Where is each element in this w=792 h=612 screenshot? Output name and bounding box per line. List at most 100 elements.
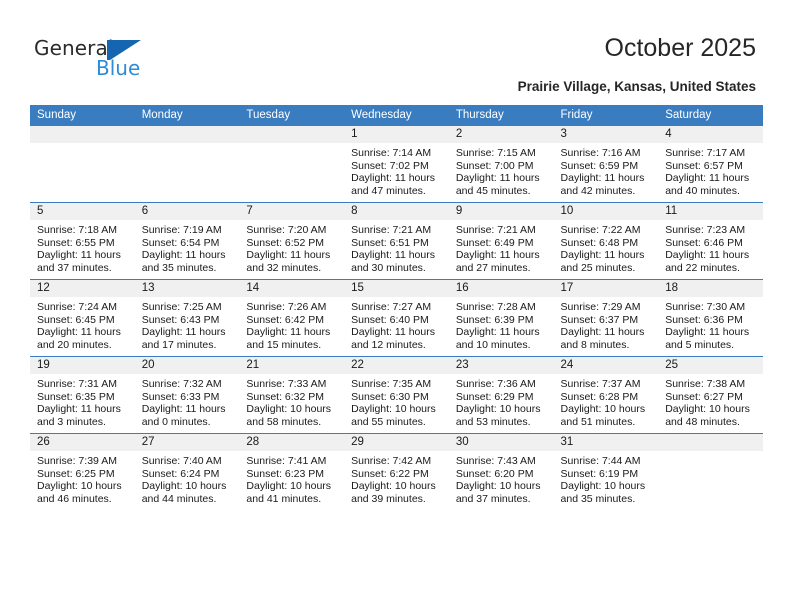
day-details: Sunrise: 7:44 AM Sunset: 6:19 PM Daylight:…	[554, 451, 659, 505]
daylight-duration-line1: Daylight: 11 hours	[665, 249, 750, 262]
daylight-duration-line2: and 37 minutes.	[455, 492, 531, 505]
calendar-day-cell[interactable]: 17 Sunrise: 7:29 AM Sunset: 6:37 PM Dayligh…	[553, 279, 659, 357]
day-details: Sunrise: 7:18 AM Sunset: 6:55 PM Daylight:…	[30, 220, 135, 274]
page-header: General Blue October 2025 Prairie Villag…	[0, 0, 792, 100]
calendar-day-cell[interactable]: 5 Sunrise: 7:18 AM Sunset: 6:55 PM Daylight…	[30, 202, 135, 280]
daylight-duration-line2: and 8 minutes.	[560, 338, 630, 351]
day-number: 5	[30, 203, 135, 220]
sunset-time: Sunset: 6:20 PM	[455, 467, 534, 480]
calendar-day-cell[interactable]: 31 Sunrise: 7:44 AM Sunset: 6:19 PM Dayligh…	[553, 433, 659, 510]
day-number: 17	[553, 280, 659, 297]
daylight-duration-line1: Daylight: 10 hours	[665, 403, 750, 416]
daylight-duration-line1: Daylight: 11 hours	[665, 326, 750, 339]
sunset-time: Sunset: 6:49 PM	[455, 236, 534, 249]
day-details: Sunrise: 7:32 AM Sunset: 6:33 PM Daylight:…	[135, 374, 240, 428]
daylight-duration-line2: and 10 minutes.	[455, 338, 531, 351]
calendar-day-cell-empty	[134, 126, 240, 203]
day-details: Sunrise: 7:39 AM Sunset: 6:25 PM Daylight:…	[30, 451, 135, 505]
calendar-day-cell[interactable]: 14 Sunrise: 7:26 AM Sunset: 6:42 PM Dayligh…	[239, 279, 345, 357]
sunset-time: Sunset: 6:29 PM	[455, 390, 534, 403]
calendar-day-cell[interactable]: 29 Sunrise: 7:42 AM Sunset: 6:22 PM Dayligh…	[344, 433, 449, 510]
day-details: Sunrise: 7:29 AM Sunset: 6:37 PM Daylight:…	[554, 297, 659, 351]
daylight-duration-line2: and 32 minutes.	[246, 261, 322, 274]
general-blue-logo[interactable]: General Blue	[34, 36, 214, 82]
day-number: 3	[553, 126, 659, 143]
calendar-day-cell[interactable]: 7 Sunrise: 7:20 AM Sunset: 6:52 PM Daylight…	[239, 202, 345, 280]
sunrise-time: Sunrise: 7:14 AM	[351, 147, 432, 159]
calendar-week-row: 5 Sunrise: 7:18 AM Sunset: 6:55 PM Daylight…	[30, 202, 763, 280]
calendar-day-cell[interactable]: 6 Sunrise: 7:19 AM Sunset: 6:54 PM Daylight…	[134, 202, 240, 280]
calendar-day-cell[interactable]: 3 Sunrise: 7:16 AM Sunset: 6:59 PM Daylight…	[553, 126, 659, 203]
calendar-day-cell[interactable]: 1 Sunrise: 7:14 AM Sunset: 7:02 PM Daylight…	[344, 126, 449, 203]
sunrise-time: Sunrise: 7:33 AM	[246, 378, 327, 390]
calendar-day-cell[interactable]: 22 Sunrise: 7:35 AM Sunset: 6:30 PM Dayligh…	[344, 356, 449, 434]
calendar-day-cell[interactable]: 20 Sunrise: 7:32 AM Sunset: 6:33 PM Dayligh…	[134, 356, 240, 434]
daylight-duration-line2: and 44 minutes.	[141, 492, 217, 505]
calendar-page: General Blue October 2025 Prairie Villag…	[0, 0, 792, 612]
calendar-day-cell[interactable]: 19 Sunrise: 7:31 AM Sunset: 6:35 PM Dayligh…	[30, 356, 135, 434]
day-details: Sunrise: 7:27 AM Sunset: 6:40 PM Daylight:…	[344, 297, 449, 351]
day-details: Sunrise: 7:21 AM Sunset: 6:49 PM Daylight:…	[449, 220, 554, 274]
day-details: Sunrise: 7:35 AM Sunset: 6:30 PM Daylight:…	[344, 374, 449, 428]
location-subtitle: Prairie Village, Kansas, United States	[517, 79, 756, 94]
calendar-day-cell-empty	[658, 433, 763, 510]
day-details: Sunrise: 7:38 AM Sunset: 6:27 PM Daylight:…	[658, 374, 763, 428]
calendar-grid: Sunday Monday Tuesday Wednesday Thursday…	[30, 105, 763, 510]
calendar-week-row: 1 Sunrise: 7:14 AM Sunset: 7:02 PM Daylight…	[30, 126, 763, 203]
day-number: 19	[30, 357, 135, 374]
sunrise-time: Sunrise: 7:31 AM	[37, 378, 117, 390]
sunrise-time: Sunrise: 7:25 AM	[141, 301, 222, 313]
calendar-day-cell[interactable]: 15 Sunrise: 7:27 AM Sunset: 6:40 PM Dayligh…	[344, 279, 449, 357]
day-number	[658, 434, 763, 451]
sunset-time: Sunset: 6:45 PM	[37, 313, 115, 326]
weekday-header-wednesday: Wednesday	[344, 105, 449, 126]
calendar-day-cell[interactable]: 23 Sunrise: 7:36 AM Sunset: 6:29 PM Dayligh…	[448, 356, 554, 434]
day-number	[239, 126, 345, 143]
daylight-duration-line2: and 48 minutes.	[665, 415, 740, 428]
sunrise-time: Sunrise: 7:27 AM	[351, 301, 432, 313]
calendar-week-row: 26 Sunrise: 7:39 AM Sunset: 6:25 PM Dayligh…	[30, 433, 763, 510]
calendar-day-cell[interactable]: 21 Sunrise: 7:33 AM Sunset: 6:32 PM Dayligh…	[239, 356, 345, 434]
daylight-duration-line1: Daylight: 11 hours	[560, 249, 645, 262]
sunrise-time: Sunrise: 7:20 AM	[246, 224, 327, 236]
day-details: Sunrise: 7:23 AM Sunset: 6:46 PM Daylight:…	[658, 220, 763, 274]
sunrise-time: Sunrise: 7:43 AM	[455, 455, 536, 467]
sunrise-time: Sunrise: 7:41 AM	[246, 455, 327, 467]
calendar-day-cell[interactable]: 25 Sunrise: 7:38 AM Sunset: 6:27 PM Dayligh…	[658, 356, 763, 434]
calendar-day-cell[interactable]: 24 Sunrise: 7:37 AM Sunset: 6:28 PM Dayligh…	[553, 356, 659, 434]
daylight-duration-line1: Daylight: 11 hours	[246, 326, 331, 339]
calendar-day-cell[interactable]: 2 Sunrise: 7:15 AM Sunset: 7:00 PM Daylight…	[448, 126, 554, 203]
calendar-day-cell[interactable]: 26 Sunrise: 7:39 AM Sunset: 6:25 PM Dayligh…	[30, 433, 135, 510]
calendar-day-cell[interactable]: 18 Sunrise: 7:30 AM Sunset: 6:36 PM Dayligh…	[658, 279, 763, 357]
logo-text-blue: Blue	[96, 56, 141, 80]
calendar-day-cell[interactable]: 27 Sunrise: 7:40 AM Sunset: 6:24 PM Dayligh…	[134, 433, 240, 510]
calendar-day-cell[interactable]: 28 Sunrise: 7:41 AM Sunset: 6:23 PM Dayligh…	[239, 433, 345, 510]
calendar-day-cell[interactable]: 13 Sunrise: 7:25 AM Sunset: 6:43 PM Dayligh…	[134, 279, 240, 357]
daylight-duration-line1: Daylight: 10 hours	[351, 480, 436, 493]
calendar-day-cell[interactable]: 12 Sunrise: 7:24 AM Sunset: 6:45 PM Dayligh…	[30, 279, 135, 357]
daylight-duration-line1: Daylight: 11 hours	[141, 403, 226, 416]
day-number: 1	[344, 126, 449, 143]
sunrise-time: Sunrise: 7:18 AM	[37, 224, 117, 236]
day-number	[30, 126, 135, 143]
sunset-time: Sunset: 6:48 PM	[560, 236, 639, 249]
day-number: 16	[448, 280, 554, 297]
day-number: 10	[553, 203, 659, 220]
day-number: 6	[134, 203, 240, 220]
calendar-day-cell[interactable]: 30 Sunrise: 7:43 AM Sunset: 6:20 PM Dayligh…	[448, 433, 554, 510]
calendar-day-cell[interactable]: 4 Sunrise: 7:17 AM Sunset: 6:57 PM Daylight…	[658, 126, 763, 203]
day-number: 24	[553, 357, 659, 374]
day-number: 14	[239, 280, 345, 297]
calendar-day-cell[interactable]: 11 Sunrise: 7:23 AM Sunset: 6:46 PM Dayligh…	[658, 202, 763, 280]
daylight-duration-line1: Daylight: 10 hours	[455, 403, 541, 416]
daylight-duration-line1: Daylight: 10 hours	[560, 480, 646, 493]
daylight-duration-line2: and 42 minutes.	[560, 184, 636, 197]
calendar-day-cell[interactable]: 16 Sunrise: 7:28 AM Sunset: 6:39 PM Dayligh…	[448, 279, 554, 357]
calendar-day-cell[interactable]: 10 Sunrise: 7:22 AM Sunset: 6:48 PM Dayligh…	[553, 202, 659, 280]
sunrise-time: Sunrise: 7:40 AM	[141, 455, 222, 467]
sunset-time: Sunset: 6:36 PM	[665, 313, 743, 326]
sunset-time: Sunset: 6:30 PM	[351, 390, 429, 403]
calendar-day-cell[interactable]: 9 Sunrise: 7:21 AM Sunset: 6:49 PM Daylight…	[448, 202, 554, 280]
daylight-duration-line2: and 35 minutes.	[560, 492, 636, 505]
calendar-day-cell[interactable]: 8 Sunrise: 7:21 AM Sunset: 6:51 PM Daylight…	[344, 202, 449, 280]
